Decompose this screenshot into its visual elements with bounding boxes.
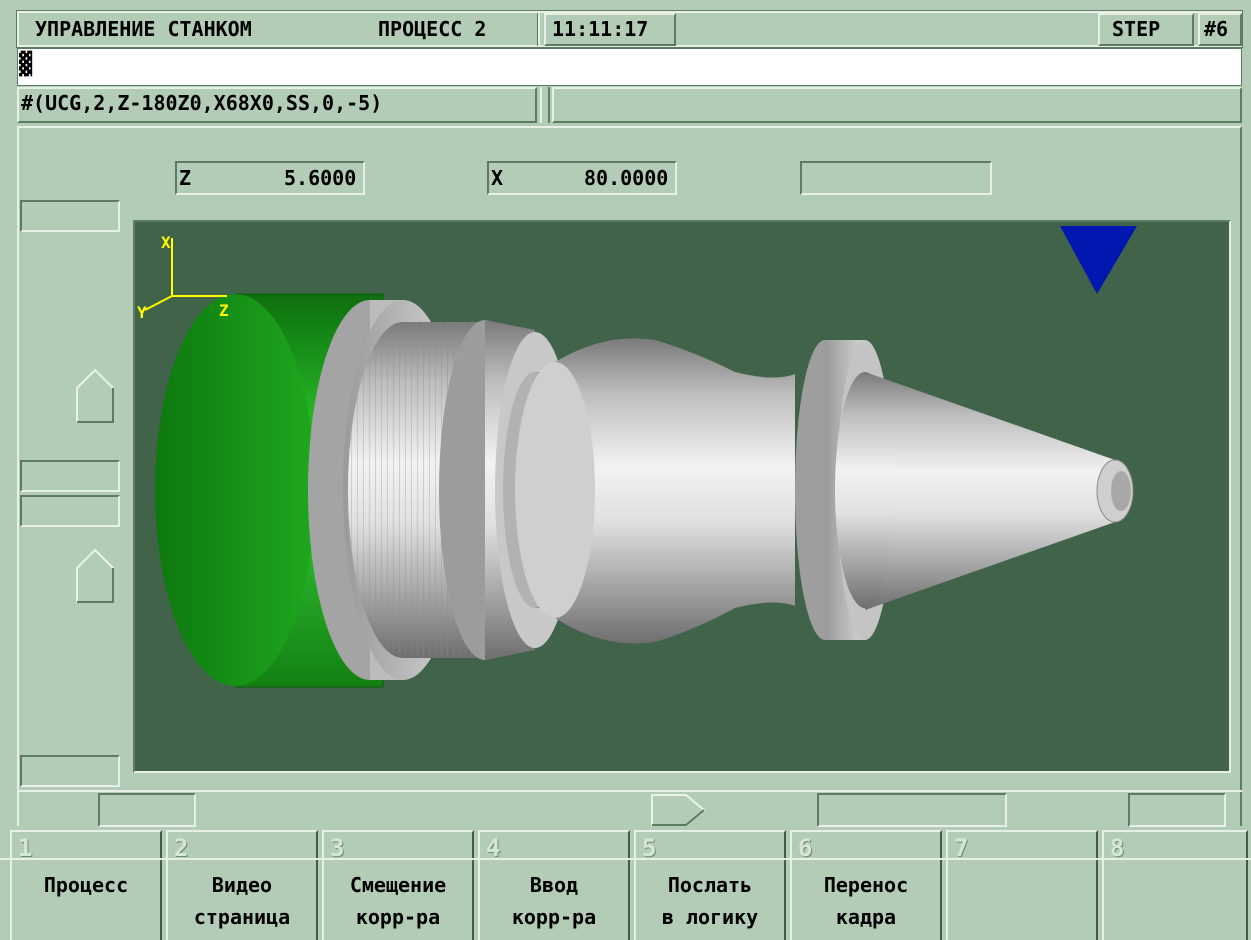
z-axis-value: 5.6000 — [284, 166, 357, 190]
mode-text: STEP — [1112, 17, 1161, 41]
softkey-5[interactable]: 5 Послать в логику — [634, 830, 786, 940]
tool-marker-icon — [1060, 226, 1137, 294]
scroll-down-icon[interactable] — [75, 548, 115, 604]
softkey-8-number: 8 — [1110, 834, 1125, 862]
z-axis-label: Z — [179, 166, 192, 190]
3d-viewport[interactable]: X Y Z — [133, 220, 1231, 773]
softkey-3-label-1: Смещение — [349, 873, 447, 897]
axis-z-label: Z — [219, 301, 229, 320]
step-arrow-icon[interactable] — [650, 793, 706, 827]
softkey-4-label-1: Ввод — [529, 873, 579, 897]
softkey-1[interactable]: 1 Процесс — [10, 830, 162, 940]
header-divider — [537, 13, 540, 46]
softkey-4-number: 4 — [486, 834, 501, 862]
softkey-8[interactable]: 8 — [1102, 830, 1248, 940]
softkey-2-number: 2 — [174, 834, 189, 862]
channel-text: #6 — [1204, 17, 1229, 41]
softkey-1-number: 1 — [18, 834, 33, 862]
left-box-2 — [20, 460, 120, 492]
softkey-6-label-2: кадра — [835, 905, 897, 929]
softkey-7[interactable]: 7 — [946, 830, 1098, 940]
softkey-2-label-2: страница — [193, 905, 291, 929]
softkey-5-label-2: в логику — [661, 905, 759, 929]
left-box-3 — [20, 495, 120, 527]
softkey-4[interactable]: 4 Ввод корр-ра — [478, 830, 630, 940]
x-axis-value: 80.0000 — [584, 166, 669, 190]
softkey-5-label-1: Послать — [667, 873, 753, 897]
status-box-2 — [817, 793, 1007, 827]
softkey-3-number: 3 — [330, 834, 345, 862]
part-render: X Y Z — [137, 226, 1137, 688]
softkey-2-label-1: Видео — [211, 873, 273, 897]
softkey-4-label-2: корр-ра — [511, 905, 597, 929]
softkey-6-number: 6 — [798, 834, 813, 862]
status-box-1 — [98, 793, 196, 827]
x-axis-label: X — [491, 166, 504, 190]
left-box-4 — [20, 755, 120, 787]
program-line-text: #(UCG,2,Z-180Z0,X68X0,SS,0,-5) — [21, 91, 383, 115]
command-cursor: ▓ — [19, 52, 33, 77]
program-line-divider — [540, 87, 550, 123]
process-label: ПРОЦЕСС 2 — [378, 17, 487, 41]
app-title: УПРАВЛЕНИЕ СТАНКОМ — [35, 17, 252, 41]
softkey-5-number: 5 — [642, 834, 657, 862]
aux-readout — [800, 161, 992, 195]
command-input[interactable] — [17, 48, 1242, 86]
softkey-tab-line — [0, 858, 1251, 860]
axis-y-label: Y — [137, 303, 147, 322]
softkey-2[interactable]: 2 Видео страница — [166, 830, 318, 940]
softkey-3[interactable]: 3 Смещение корр-ра — [322, 830, 474, 940]
scroll-up-icon[interactable] — [75, 368, 115, 424]
softkey-1-label-1: Процесс — [43, 873, 129, 897]
left-box-1 — [20, 200, 120, 232]
softkey-7-number: 7 — [954, 834, 969, 862]
softkey-6-label-1: Перенос — [823, 873, 909, 897]
clock-text: 11:11:17 — [552, 17, 649, 41]
softkey-3-label-2: корр-ра — [355, 905, 441, 929]
status-box-3 — [1128, 793, 1226, 827]
softkey-6[interactable]: 6 Перенос кадра — [790, 830, 942, 940]
axis-x-label: X — [161, 233, 171, 252]
status-row — [17, 790, 1242, 828]
axes-triad-icon — [144, 238, 227, 311]
program-status-box — [552, 87, 1242, 123]
